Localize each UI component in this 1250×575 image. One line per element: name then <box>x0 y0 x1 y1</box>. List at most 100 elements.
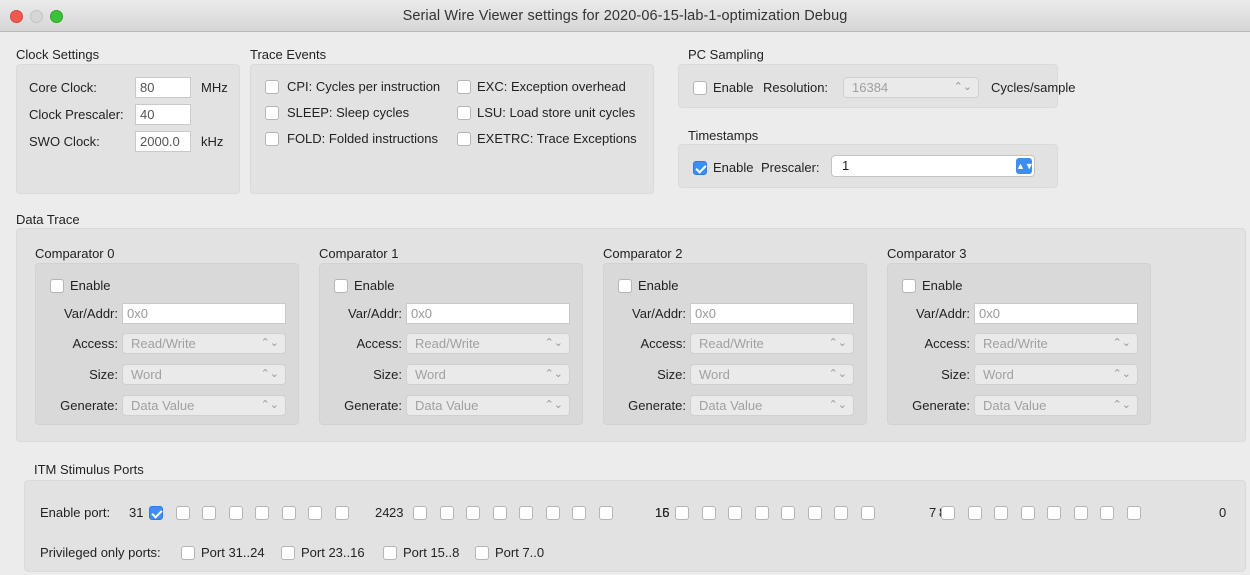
port-4-checkbox[interactable] <box>1020 506 1035 520</box>
port-2-checkbox[interactable] <box>1073 506 1088 520</box>
timestamps-enable-label: Enable <box>713 160 754 175</box>
comparator-0-generate-select[interactable]: Data Value ⌃⌄ <box>122 395 286 416</box>
port-13-checkbox[interactable] <box>728 506 742 520</box>
privileged-7-0-checkbox[interactable] <box>475 546 489 560</box>
core-clock-field[interactable]: 80 <box>135 77 191 98</box>
port-27-checkbox[interactable] <box>255 506 269 520</box>
comparator-3-title: Comparator 3 <box>887 246 967 261</box>
port-8-checkbox[interactable] <box>860 506 875 520</box>
pc-sampling-enable-label: Enable <box>713 80 754 95</box>
comparator-3-enable-checkbox[interactable] <box>902 279 916 293</box>
privileged-31-24-checkbox[interactable] <box>181 546 195 560</box>
resolution-value: 16384 <box>852 80 889 95</box>
sleep-label: SLEEP: Sleep cycles <box>287 105 410 120</box>
title-bar: Serial Wire Viewer settings for 2020-06-… <box>0 0 1250 32</box>
comparator-2-size-select[interactable]: Word ⌃⌄ <box>690 364 854 385</box>
timestamps-enable-checkbox[interactable] <box>693 161 707 175</box>
comparator-1-access-select[interactable]: Read/Write ⌃⌄ <box>406 333 570 354</box>
comparator-2-generate-select[interactable]: Data Value ⌃⌄ <box>690 395 854 416</box>
cpi-checkbox[interactable] <box>265 80 279 94</box>
privileged-15-8-checkbox[interactable] <box>383 546 397 560</box>
port-21-checkbox[interactable] <box>466 506 480 520</box>
comparator-1-enable-checkbox[interactable] <box>334 279 348 293</box>
exetrc-checkbox[interactable] <box>457 132 471 146</box>
comparator-0-size-value: Word <box>131 367 162 382</box>
port-15-checkbox[interactable] <box>675 506 689 520</box>
port-16-checkbox[interactable] <box>598 506 613 520</box>
port-14-checkbox[interactable] <box>701 506 716 520</box>
chevron-updown-icon: ⌃⌄ <box>260 368 279 380</box>
comparator-0-size-select[interactable]: Word ⌃⌄ <box>122 364 286 385</box>
port-31-checkbox[interactable] <box>149 506 163 520</box>
comparator-1-generate-label: Generate: <box>344 398 402 413</box>
port-17-checkbox[interactable] <box>572 506 586 520</box>
port-6-checkbox[interactable] <box>967 506 982 520</box>
port-11-checkbox[interactable] <box>781 506 795 520</box>
comparator-2-size-label: Size: <box>657 367 686 382</box>
port-29-checkbox[interactable] <box>202 506 216 520</box>
comparator-2-access-select[interactable]: Read/Write ⌃⌄ <box>690 333 854 354</box>
comparator-0-access-select[interactable]: Read/Write ⌃⌄ <box>122 333 286 354</box>
comparator-2-enable-checkbox[interactable] <box>618 279 632 293</box>
comparator-3-panel: Enable Var/Addr: 0x0 Access: Read/Write ⌃… <box>887 263 1151 425</box>
comparator-0-enable-checkbox[interactable] <box>50 279 64 293</box>
sleep-checkbox[interactable] <box>265 106 279 120</box>
pc-sampling-enable-checkbox[interactable] <box>693 81 707 95</box>
comparator-3-access-select[interactable]: Read/Write ⌃⌄ <box>974 333 1138 354</box>
port-group-start-number: 15 <box>655 505 670 520</box>
exc-checkbox[interactable] <box>457 80 471 94</box>
port-12-checkbox[interactable] <box>754 506 769 520</box>
comparator-1-size-select[interactable]: Word ⌃⌄ <box>406 364 570 385</box>
port-10-checkbox[interactable] <box>807 506 822 520</box>
swo-clock-field[interactable]: 2000.0 <box>135 131 191 152</box>
comparator-3-var-field[interactable]: 0x0 <box>974 303 1138 324</box>
cycles-sample-label: Cycles/sample <box>991 80 1076 95</box>
data-trace-panel: Comparator 0 Enable Var/Addr: 0x0 Access… <box>16 228 1246 442</box>
port-20-checkbox[interactable] <box>492 506 507 520</box>
port-24-checkbox[interactable] <box>334 506 349 520</box>
port-1-checkbox[interactable] <box>1100 506 1114 520</box>
port-25-checkbox[interactable] <box>308 506 322 520</box>
comparator-2-generate-label: Generate: <box>628 398 686 413</box>
port-23-checkbox[interactable] <box>413 506 427 520</box>
port-3-checkbox[interactable] <box>1047 506 1061 520</box>
resolution-select[interactable]: 16384 ⌃⌄ <box>843 77 979 98</box>
comparator-2-panel: Enable Var/Addr: 0x0 Access: Read/Write ⌃… <box>603 263 867 425</box>
comparator-3-generate-select[interactable]: Data Value ⌃⌄ <box>974 395 1138 416</box>
port-18-checkbox[interactable] <box>545 506 560 520</box>
port-26-checkbox[interactable] <box>281 506 296 520</box>
privileged-23-16-checkbox[interactable] <box>281 546 295 560</box>
comparator-0-var-label: Var/Addr: <box>64 306 118 321</box>
clock-prescaler-field[interactable]: 40 <box>135 104 191 125</box>
swo-clock-label: SWO Clock: <box>29 134 100 149</box>
comparator-3-size-select[interactable]: Word ⌃⌄ <box>974 364 1138 385</box>
port-5-checkbox[interactable] <box>994 506 1008 520</box>
comparator-0-var-field[interactable]: 0x0 <box>122 303 286 324</box>
port-22-checkbox[interactable] <box>439 506 454 520</box>
privileged-label: Privileged only ports: <box>40 545 161 560</box>
comparator-2-var-field[interactable]: 0x0 <box>690 303 854 324</box>
clock-settings-panel: Core Clock: 80 MHz Clock Prescaler: 40 S… <box>16 64 240 194</box>
exc-label: EXC: Exception overhead <box>477 79 626 94</box>
port-0-checkbox[interactable] <box>1126 506 1141 520</box>
port-9-checkbox[interactable] <box>834 506 848 520</box>
comparator-0-size-label: Size: <box>89 367 118 382</box>
port-19-checkbox[interactable] <box>519 506 533 520</box>
timestamp-prescaler-select[interactable]: 1 ▲▼ <box>831 155 1035 177</box>
chevron-updown-icon: ⌃⌄ <box>1112 337 1131 349</box>
port-7-checkbox[interactable] <box>941 506 955 520</box>
port-30-checkbox[interactable] <box>175 506 190 520</box>
comparator-1-title: Comparator 1 <box>319 246 399 261</box>
comparator-1-var-field[interactable]: 0x0 <box>406 303 570 324</box>
comparator-3-size-value: Word <box>983 367 1014 382</box>
port-28-checkbox[interactable] <box>228 506 243 520</box>
pc-sampling-heading: PC Sampling <box>688 47 764 62</box>
trace-events-panel: CPI: Cycles per instruction SLEEP: Sleep… <box>250 64 654 194</box>
itm-heading: ITM Stimulus Ports <box>34 462 144 477</box>
pc-sampling-panel: Enable Resolution: 16384 ⌃⌄ Cycles/sampl… <box>678 64 1076 108</box>
comparator-1-generate-select[interactable]: Data Value ⌃⌄ <box>406 395 570 416</box>
comparator-3-generate-label: Generate: <box>912 398 970 413</box>
lsu-checkbox[interactable] <box>457 106 471 120</box>
fold-checkbox[interactable] <box>265 132 279 146</box>
comparator-0-panel: Enable Var/Addr: 0x0 Access: Read/Write ⌃… <box>35 263 299 425</box>
